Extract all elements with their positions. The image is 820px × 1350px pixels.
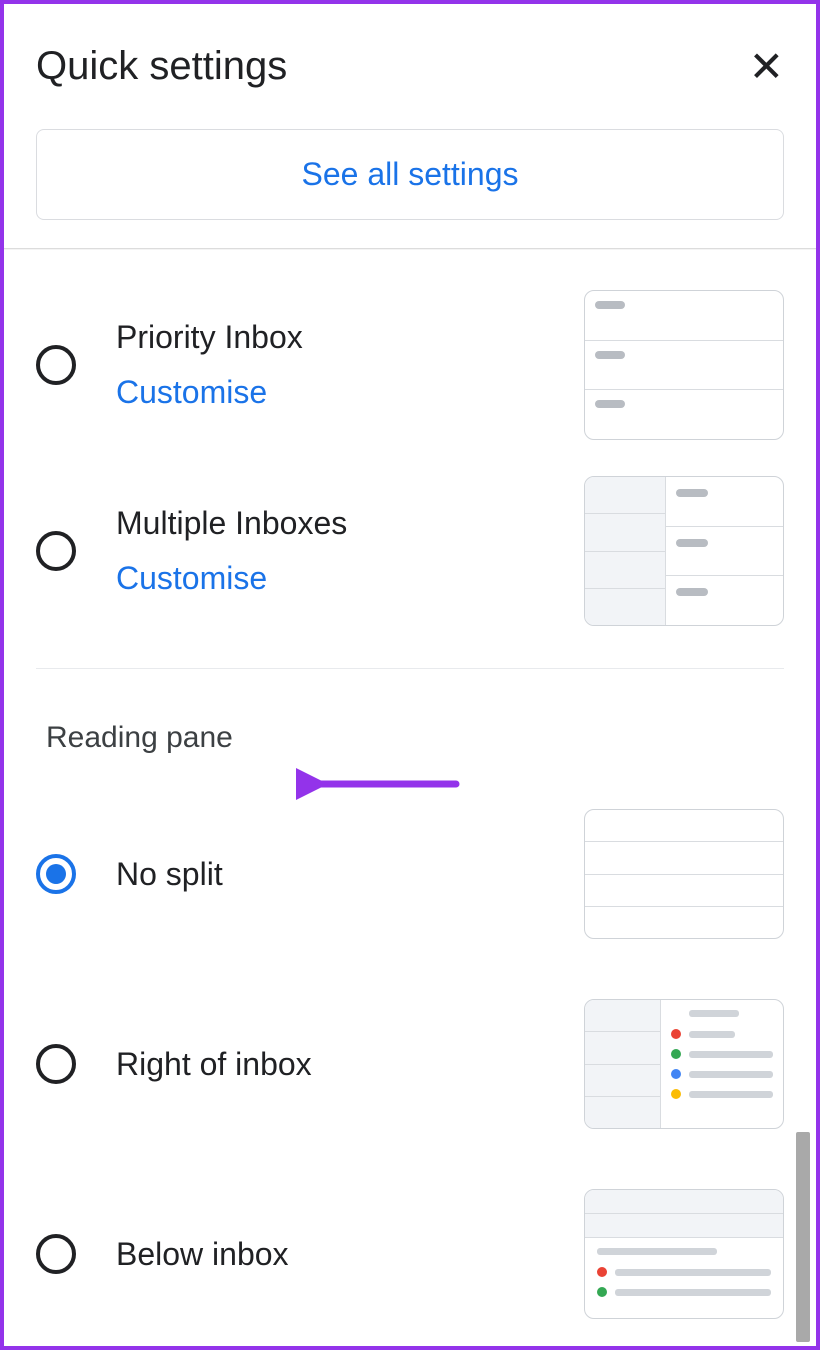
inbox-option-multiple: Multiple Inboxes Customise	[4, 458, 816, 644]
preview-multiple-icon	[584, 476, 784, 626]
radio-priority-inbox[interactable]	[36, 345, 76, 385]
option-label: Priority Inbox	[116, 319, 544, 356]
preview-right-of-inbox-icon	[584, 999, 784, 1129]
option-label: Right of inbox	[116, 1046, 544, 1083]
option-text: Right of inbox	[116, 1046, 544, 1083]
option-text: Multiple Inboxes Customise	[116, 505, 544, 597]
inbox-option-priority: Priority Inbox Customise	[4, 250, 816, 458]
reading-pane-section-title: Reading pane	[4, 693, 816, 779]
option-label: No split	[116, 856, 544, 893]
see-all-settings-label: See all settings	[301, 156, 518, 192]
radio-right-of-inbox[interactable]	[36, 1044, 76, 1084]
option-label: Multiple Inboxes	[116, 505, 544, 542]
close-icon[interactable]: ✕	[749, 46, 784, 88]
option-text: Below inbox	[116, 1236, 544, 1273]
reading-pane-option-right: Right of inbox	[4, 957, 816, 1147]
option-text: No split	[116, 856, 544, 893]
preview-no-split-icon	[584, 809, 784, 939]
scrollbar[interactable]	[796, 1132, 810, 1342]
reading-pane-option-below: Below inbox	[4, 1147, 816, 1337]
radio-multiple-inboxes[interactable]	[36, 531, 76, 571]
option-text: Priority Inbox Customise	[116, 319, 544, 411]
quick-settings-panel: Quick settings ✕ See all settings Priori…	[4, 4, 816, 1346]
panel-header: Quick settings ✕	[4, 4, 816, 113]
radio-no-split[interactable]	[36, 854, 76, 894]
panel-title: Quick settings	[36, 44, 287, 89]
preview-priority-icon	[584, 290, 784, 440]
reading-pane-option-no-split: No split	[4, 779, 816, 957]
option-label: Below inbox	[116, 1236, 544, 1273]
see-all-settings-button[interactable]: See all settings	[36, 129, 784, 220]
radio-below-inbox[interactable]	[36, 1234, 76, 1274]
section-divider	[36, 668, 784, 669]
customise-link-priority[interactable]: Customise	[116, 374, 544, 411]
customise-link-multiple[interactable]: Customise	[116, 560, 544, 597]
preview-below-inbox-icon	[584, 1189, 784, 1319]
